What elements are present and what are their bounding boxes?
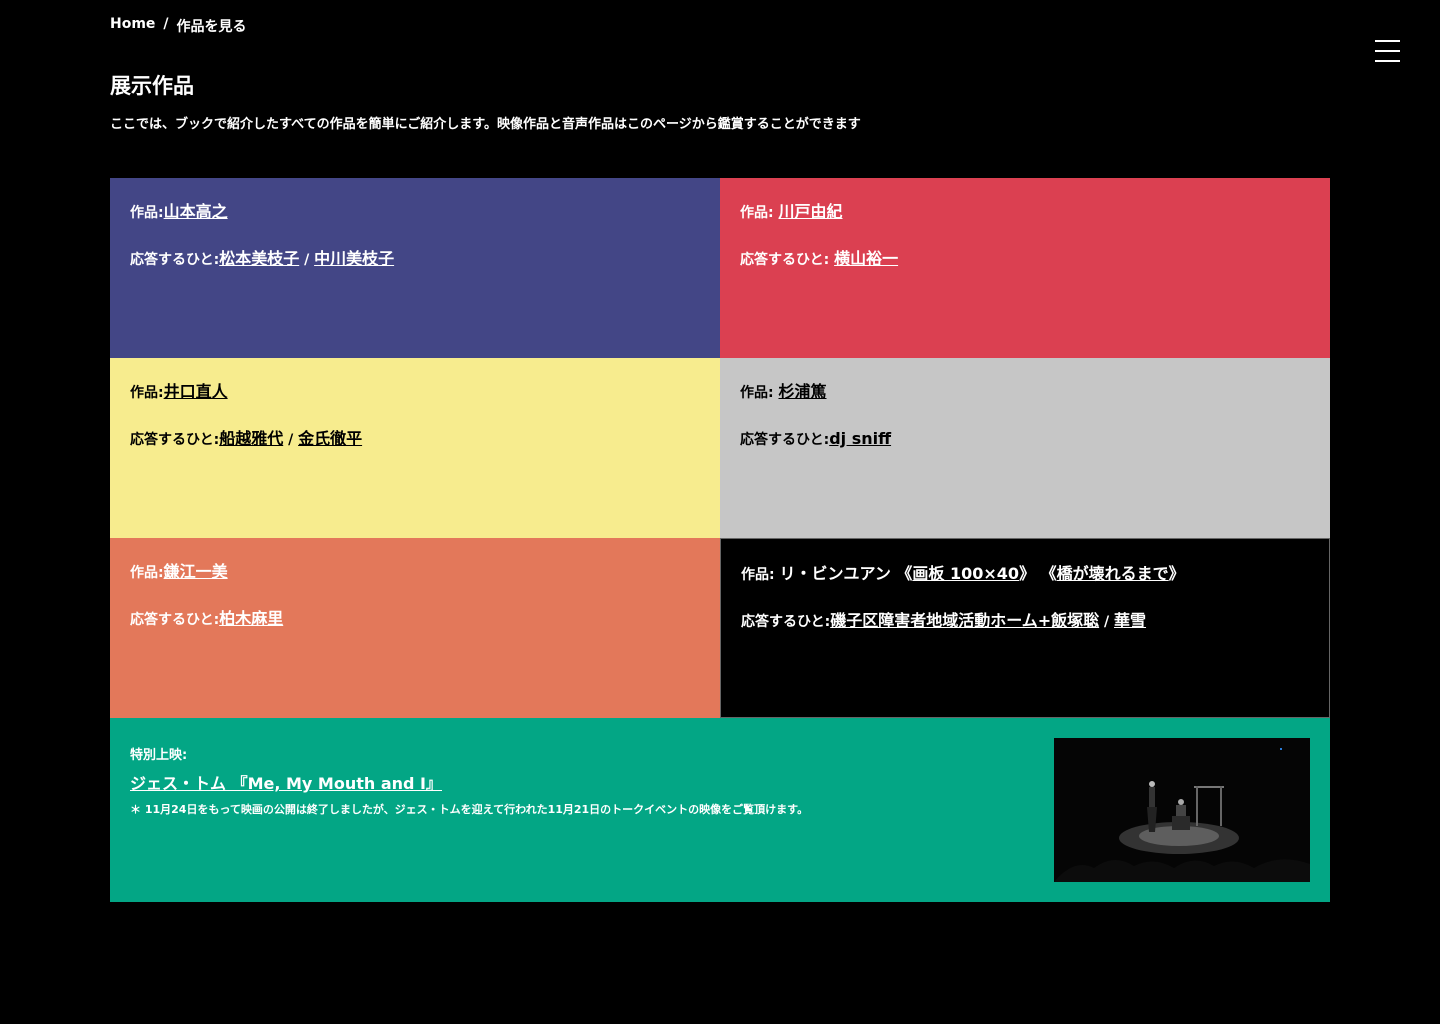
work-label: 作品: bbox=[741, 567, 780, 583]
responder-link[interactable]: 華雪 bbox=[1114, 611, 1146, 630]
responder-link[interactable]: 船越雅代 bbox=[219, 429, 283, 448]
artist-link[interactable]: 杉浦篤 bbox=[778, 382, 826, 401]
menu-icon-bar bbox=[1375, 60, 1400, 62]
respond-label: 応答するひと: bbox=[130, 252, 220, 268]
video-thumbnail[interactable] bbox=[1054, 738, 1310, 882]
artist-link[interactable]: 山本高之 bbox=[164, 202, 228, 221]
work-card-sugiura: 作品: 杉浦篤 応答するひと:dj sniff bbox=[720, 358, 1330, 538]
artist-link[interactable]: 鎌江一美 bbox=[164, 562, 228, 581]
responder-link[interactable]: 中川美枝子 bbox=[314, 249, 394, 268]
artist-link[interactable]: 井口直人 bbox=[164, 382, 228, 401]
menu-icon-bar bbox=[1375, 40, 1400, 42]
breadcrumb-home-link[interactable]: Home bbox=[110, 16, 155, 36]
work-label: 作品: bbox=[740, 385, 779, 401]
hamburger-menu-button[interactable] bbox=[1375, 40, 1400, 62]
work-label: 作品: bbox=[130, 205, 164, 221]
responder-link[interactable]: 横山裕一 bbox=[834, 249, 898, 268]
work-card-yamamoto: 作品:山本高之 応答するひと:松本美枝子 / 中川美枝子 bbox=[110, 178, 720, 358]
special-screening-card: 特別上映: ジェス・トム 『Me, My Mouth and I』 ＊ 11月2… bbox=[110, 718, 1330, 902]
responder-link[interactable]: 磯子区障害者地域活動ホーム+飯塚聡 bbox=[830, 611, 1099, 630]
menu-icon-bar bbox=[1375, 50, 1400, 52]
work-title-link[interactable]: 橋が壊れるまで bbox=[1057, 564, 1169, 583]
special-label: 特別上映: bbox=[130, 748, 188, 763]
breadcrumb-current: 作品を見る bbox=[176, 19, 247, 35]
work-card-kamae: 作品:鎌江一美 応答するひと:柏木麻里 bbox=[110, 538, 720, 718]
responder-link[interactable]: 松本美枝子 bbox=[219, 249, 299, 268]
title-end: 》 bbox=[1168, 564, 1185, 583]
title-separator: 》 《 bbox=[1019, 564, 1057, 583]
stage-performance-image bbox=[1054, 738, 1310, 882]
respond-label: 応答するひと: bbox=[130, 612, 220, 628]
respond-label: 応答するひと: bbox=[740, 252, 835, 268]
respond-label: 応答するひと: bbox=[741, 614, 831, 630]
responder-separator: / bbox=[299, 252, 315, 268]
work-card-li-binyuan: 作品: リ・ビンユアン 《画板 100×40》 《橋が壊れるまで》 応答するひと… bbox=[720, 538, 1330, 718]
special-film-link[interactable]: ジェス・トム 『Me, My Mouth and I』 bbox=[130, 770, 442, 794]
work-label: 作品: bbox=[130, 385, 164, 401]
works-grid: 作品:山本高之 応答するひと:松本美枝子 / 中川美枝子 作品: 川戸由紀 応答… bbox=[110, 178, 1330, 718]
page-intro: ここでは、ブックで紹介したすべての作品を簡単にご紹介します。映像作品と音声作品は… bbox=[110, 117, 861, 132]
work-label: 作品: bbox=[740, 205, 779, 221]
breadcrumb-separator: / bbox=[163, 16, 169, 32]
work-card-iguchi: 作品:井口直人 応答するひと:船越雅代 / 金氏徹平 bbox=[110, 358, 720, 538]
respond-label: 応答するひと: bbox=[740, 432, 830, 448]
responder-separator: / bbox=[283, 432, 299, 448]
responder-separator: / bbox=[1099, 614, 1114, 630]
breadcrumb: Home / 作品を見る bbox=[110, 16, 247, 36]
artist-link[interactable]: 川戸由紀 bbox=[778, 202, 842, 221]
artist-name: リ・ビンユアン 《 bbox=[779, 564, 913, 583]
work-label: 作品: bbox=[130, 565, 164, 581]
work-title-link[interactable]: 画板 100×40 bbox=[912, 564, 1019, 583]
responder-link[interactable]: 金氏徹平 bbox=[298, 429, 362, 448]
respond-label: 応答するひと: bbox=[130, 432, 220, 448]
special-note: ＊ 11月24日をもって映画の公開は終了しましたが、ジェス・トムを迎えて行われた… bbox=[130, 803, 809, 816]
page-title: 展示作品 bbox=[110, 74, 194, 98]
work-card-kawato: 作品: 川戸由紀 応答するひと: 横山裕一 bbox=[720, 178, 1330, 358]
responder-link[interactable]: dj sniff bbox=[829, 429, 891, 448]
responder-link[interactable]: 柏木麻里 bbox=[219, 609, 283, 628]
